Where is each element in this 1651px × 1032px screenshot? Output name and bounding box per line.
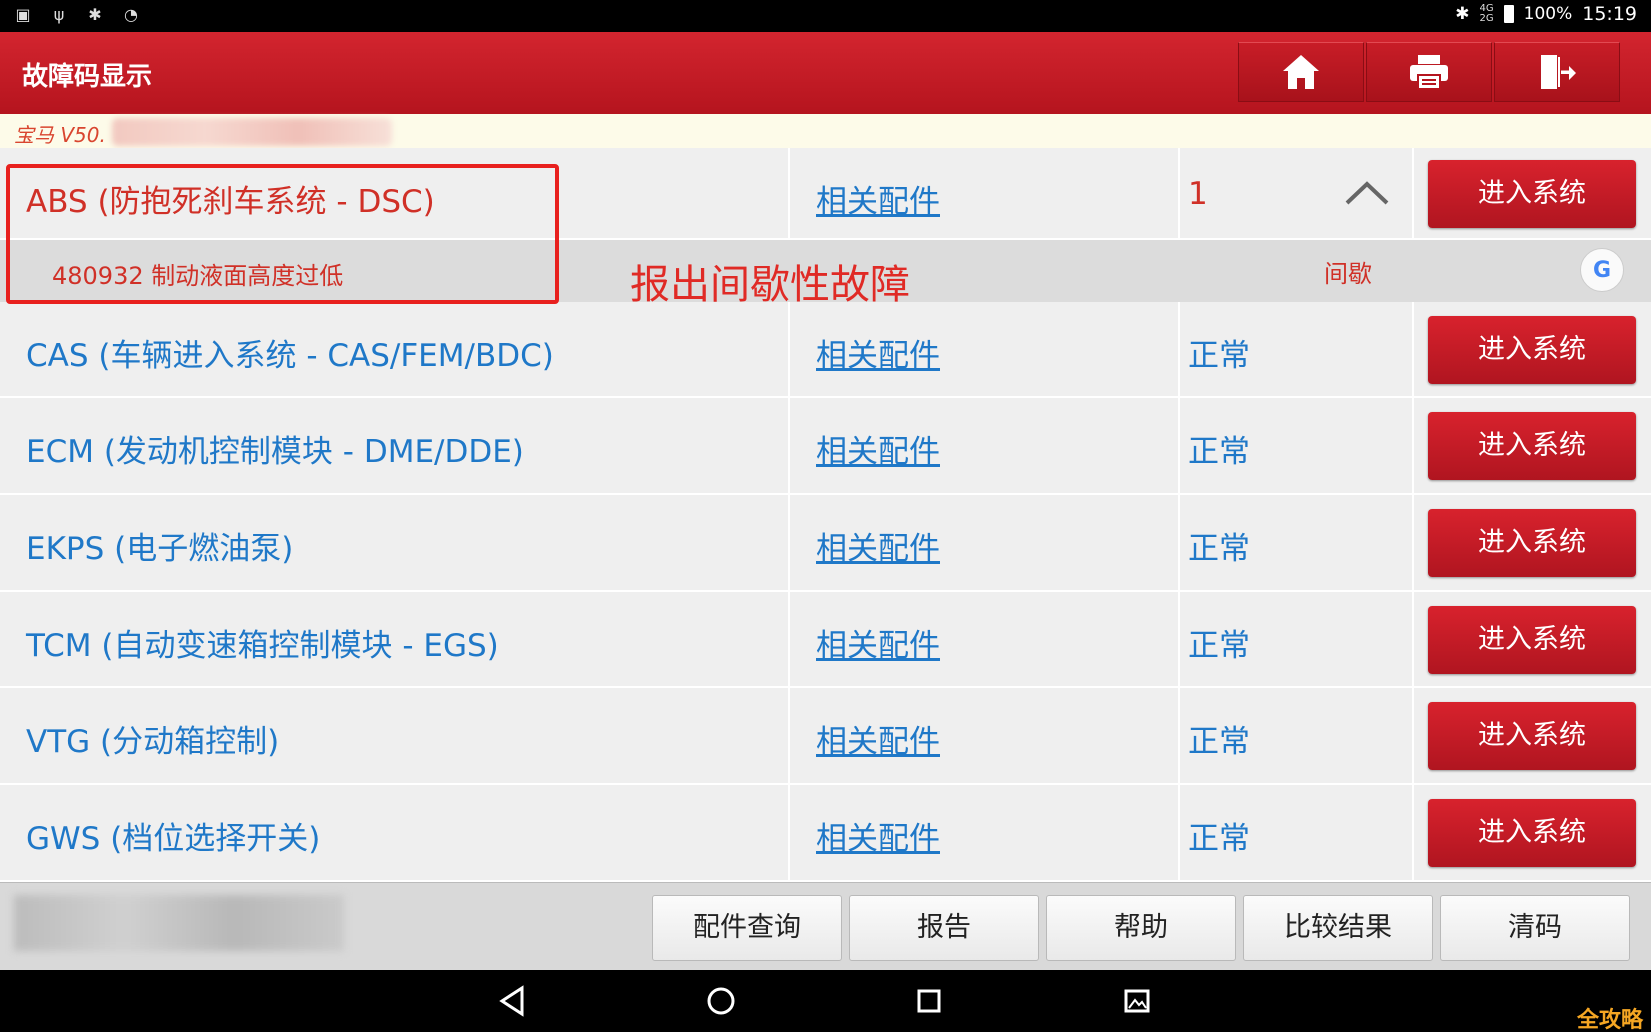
annotation-text: 报出间歇性故障 (630, 262, 910, 308)
related-parts-link[interactable]: 相关配件 (816, 330, 940, 375)
system-name: TCM (自动变速箱控制模块 - EGS) (26, 628, 499, 664)
system-name-cell: ABS (防抱死刹车系统 - DSC) (0, 148, 790, 238)
status-cell: 1 (1180, 148, 1414, 238)
report-button[interactable]: 报告 (849, 895, 1039, 961)
usb-debug-icon: ψ (53, 5, 65, 24)
signal-icon: 4G 2G (1479, 3, 1494, 24)
system-name: VTG (分动箱控制) (26, 724, 280, 760)
system-status: 正常 (1188, 628, 1250, 664)
exit-button[interactable] (1494, 42, 1620, 102)
recents-icon[interactable] (912, 984, 946, 1018)
watermark: 全攻略 (1576, 1008, 1643, 1032)
related-parts-link[interactable]: 相关配件 (816, 716, 940, 761)
vehicle-info-bar: 宝马 V50. (0, 114, 1651, 148)
action-cell: 进入系统 (1414, 148, 1651, 238)
collapse-chevron-icon[interactable] (1344, 180, 1390, 206)
status-bar: ▣ ψ ✱ ◔ ✱ 4G 2G 100% 15:19 (0, 0, 1651, 32)
exit-icon (1541, 55, 1576, 89)
redacted-region (112, 118, 392, 146)
related-parts-link[interactable]: 相关配件 (816, 176, 940, 221)
screenshot-icon[interactable] (1120, 984, 1154, 1018)
battery-level: 100% (1523, 4, 1573, 24)
enter-system-button[interactable]: 进入系统 (1428, 316, 1636, 384)
app-header: 故障码显示 (0, 32, 1651, 114)
related-parts-link[interactable]: 相关配件 (816, 426, 940, 471)
navigation-bar (0, 970, 1651, 1032)
help-button[interactable]: 帮助 (1046, 895, 1236, 961)
google-search-icon[interactable]: G (1580, 248, 1624, 292)
print-button[interactable] (1366, 42, 1492, 102)
related-parts-link[interactable]: 相关配件 (816, 813, 940, 858)
bottom-toolbar: 配件查询 报告 帮助 比较结果 清码 (0, 882, 1651, 970)
related-parts-link[interactable]: 相关配件 (816, 523, 940, 568)
system-status: 正常 (1188, 821, 1250, 857)
enter-system-button[interactable]: 进入系统 (1428, 509, 1636, 577)
image-notification-icon: ▣ (15, 5, 31, 24)
bluetooth-icon: ✱ (1455, 4, 1470, 24)
system-name: EKPS (电子燃油泵) (26, 531, 294, 567)
battery-icon (1503, 5, 1514, 23)
clear-codes-button[interactable]: 清码 (1440, 895, 1630, 961)
enter-system-button[interactable]: 进入系统 (1428, 412, 1636, 480)
parts-cell: 相关配件 (790, 148, 1180, 238)
parts-query-button[interactable]: 配件查询 (652, 895, 842, 961)
system-name: GWS (档位选择开关) (26, 821, 321, 857)
system-status: 正常 (1188, 338, 1250, 374)
print-icon (1410, 55, 1448, 90)
table-row: VTG (分动箱控制) 相关配件 正常 进入系统 (0, 688, 1651, 785)
table-row-abs: ABS (防抱死刹车系统 - DSC) 相关配件 1 进入系统 (0, 148, 1651, 240)
back-icon[interactable] (496, 984, 530, 1018)
enter-system-button[interactable]: 进入系统 (1428, 702, 1636, 770)
enter-system-button[interactable]: 进入系统 (1428, 799, 1636, 867)
dtc-description: 480932 制动液面高度过低 (52, 262, 344, 290)
home-button[interactable] (1238, 42, 1364, 102)
page-title: 故障码显示 (22, 62, 153, 92)
related-parts-link[interactable]: 相关配件 (816, 620, 940, 665)
system-name: ECM (发动机控制模块 - DME/DDE) (26, 434, 524, 470)
table-row: TCM (自动变速箱控制模块 - EGS) 相关配件 正常 进入系统 (0, 592, 1651, 688)
system-status: 正常 (1188, 724, 1250, 760)
table-row: GWS (档位选择开关) 相关配件 正常 进入系统 (0, 785, 1651, 882)
home-nav-icon[interactable] (704, 984, 738, 1018)
table-row: EKPS (电子燃油泵) 相关配件 正常 进入系统 (0, 495, 1651, 592)
bluetooth-notification-icon: ✱ (88, 5, 102, 24)
enter-system-button[interactable]: 进入系统 (1428, 160, 1636, 228)
system-name: ABS (防抱死刹车系统 - DSC) (26, 184, 435, 220)
table-row: CAS (车辆进入系统 - CAS/FEM/BDC) 相关配件 正常 进入系统 (0, 302, 1651, 398)
compare-results-button[interactable]: 比较结果 (1243, 895, 1433, 961)
redacted-region (14, 895, 344, 951)
table-row: ECM (发动机控制模块 - DME/DDE) 相关配件 正常 进入系统 (0, 398, 1651, 495)
system-status: 正常 (1188, 531, 1250, 567)
dtc-type: 间歇 (1324, 260, 1372, 288)
vehicle-label: 宝马 V50. (14, 123, 106, 147)
system-name: CAS (车辆进入系统 - CAS/FEM/BDC) (26, 338, 554, 374)
home-icon (1283, 55, 1319, 89)
enter-system-button[interactable]: 进入系统 (1428, 606, 1636, 674)
wifi-icon: ◔ (124, 5, 138, 24)
system-status: 正常 (1188, 434, 1250, 470)
clock: 15:19 (1582, 3, 1637, 25)
fault-count: 1 (1188, 176, 1208, 212)
